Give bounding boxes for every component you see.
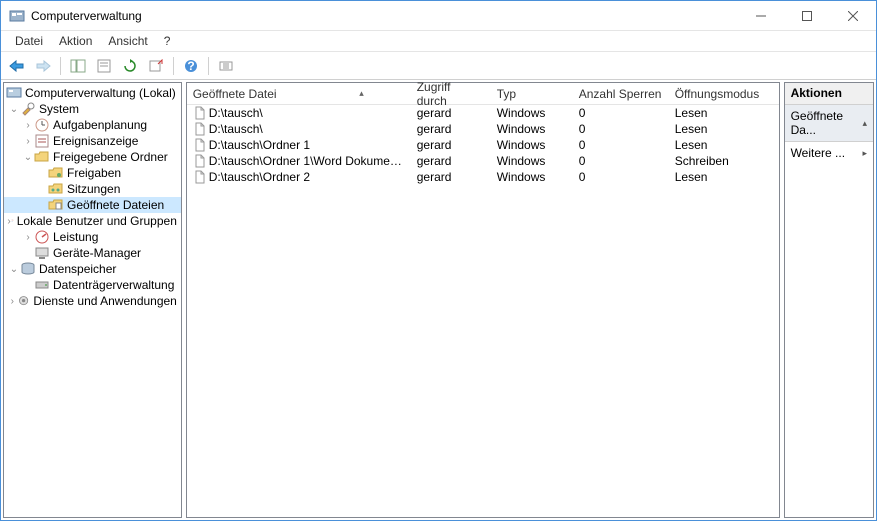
tree-sessions[interactable]: Sitzungen — [4, 181, 181, 197]
sessions-icon — [48, 181, 64, 197]
file-icon — [193, 122, 207, 136]
menu-help[interactable]: ? — [156, 32, 179, 50]
toolbar-separator — [60, 57, 61, 75]
open-files-icon — [48, 197, 64, 213]
show-tree-button[interactable] — [66, 55, 90, 77]
file-icon — [193, 106, 207, 120]
users-icon — [11, 213, 14, 229]
list-header: Geöffnete Datei ▴ Zugriff durch Typ Anza… — [187, 83, 779, 105]
collapse-icon[interactable]: ⌄ — [8, 104, 20, 115]
maximize-button[interactable] — [784, 1, 830, 31]
toolbar-separator — [173, 57, 174, 75]
disk-icon — [34, 277, 50, 293]
chevron-right-icon: ▸ — [862, 148, 867, 159]
tools-icon — [20, 101, 36, 117]
col-open-file[interactable]: Geöffnete Datei ▴ — [187, 83, 411, 104]
disconnect-all-button[interactable] — [214, 55, 238, 77]
list-body: D:\tausch\gerardWindows0LesenD:\tausch\g… — [187, 105, 779, 185]
performance-icon — [34, 229, 50, 245]
window-title: Computerverwaltung — [31, 9, 738, 23]
tree-disk-management[interactable]: Datenträgerverwaltung — [4, 277, 181, 293]
titlebar: Computerverwaltung — [1, 1, 876, 31]
list-row[interactable]: D:\tausch\Ordner 1\Word Dokument.docxger… — [187, 153, 779, 169]
col-open-mode[interactable]: Öffnungsmodus — [669, 83, 779, 104]
file-icon — [193, 154, 207, 168]
col-locks[interactable]: Anzahl Sperren — [573, 83, 669, 104]
tree-storage[interactable]: ⌄ Datenspeicher — [4, 261, 181, 277]
action-more[interactable]: Weitere ... ▸ — [785, 142, 873, 164]
minimize-button[interactable] — [738, 1, 784, 31]
tree-device-manager[interactable]: Geräte-Manager — [4, 245, 181, 261]
expand-icon[interactable]: › — [22, 232, 34, 243]
forward-button[interactable] — [31, 55, 55, 77]
collapse-arrow-icon: ▴ — [862, 118, 867, 129]
menubar: Datei Aktion Ansicht ? — [1, 31, 876, 52]
col-accessed-by[interactable]: Zugriff durch — [411, 83, 491, 104]
action-selected-node[interactable]: Geöffnete Da... ▴ — [785, 105, 873, 142]
toolbar: ? — [1, 52, 876, 80]
tree-event-viewer[interactable]: › Ereignisanzeige — [4, 133, 181, 149]
tree-shared-folders[interactable]: ⌄ Freigegebene Ordner — [4, 149, 181, 165]
back-button[interactable] — [5, 55, 29, 77]
collapse-icon[interactable]: ⌄ — [8, 264, 20, 275]
shares-icon — [48, 165, 64, 181]
window-controls — [738, 1, 876, 31]
tree-root[interactable]: Computerverwaltung (Lokal) — [4, 85, 181, 101]
tree-local-users[interactable]: › Lokale Benutzer und Gruppen — [4, 213, 181, 229]
event-icon — [34, 133, 50, 149]
tree-performance[interactable]: › Leistung — [4, 229, 181, 245]
app-icon — [9, 8, 25, 24]
tree-services-apps[interactable]: › Dienste und Anwendungen — [4, 293, 181, 309]
expand-icon[interactable]: › — [22, 136, 34, 147]
menu-view[interactable]: Ansicht — [100, 32, 155, 50]
storage-icon — [20, 261, 36, 277]
menu-file[interactable]: Datei — [7, 32, 51, 50]
tree-open-files[interactable]: Geöffnete Dateien — [4, 197, 181, 213]
expand-icon[interactable]: › — [7, 296, 17, 307]
tree-shares[interactable]: Freigaben — [4, 165, 181, 181]
list-row[interactable]: D:\tausch\Ordner 2gerardWindows0Lesen — [187, 169, 779, 185]
services-icon — [17, 293, 30, 309]
close-button[interactable] — [830, 1, 876, 31]
content-area: Computerverwaltung (Lokal) ⌄ System › Au… — [1, 80, 876, 520]
refresh-button[interactable] — [118, 55, 142, 77]
shared-folder-icon — [34, 149, 50, 165]
svg-text:?: ? — [187, 59, 194, 73]
actions-pane: Aktionen Geöffnete Da... ▴ Weitere ... ▸ — [784, 82, 874, 518]
properties-button[interactable] — [92, 55, 116, 77]
sort-asc-icon: ▴ — [359, 88, 364, 99]
tree-task-scheduler[interactable]: › Aufgabenplanung — [4, 117, 181, 133]
menu-action[interactable]: Aktion — [51, 32, 100, 50]
export-button[interactable] — [144, 55, 168, 77]
file-icon — [193, 138, 207, 152]
help-button[interactable]: ? — [179, 55, 203, 77]
device-icon — [34, 245, 50, 261]
collapse-icon[interactable]: ⌄ — [22, 152, 34, 163]
tree-system[interactable]: ⌄ System — [4, 101, 181, 117]
list-row[interactable]: D:\tausch\gerardWindows0Lesen — [187, 121, 779, 137]
expand-icon[interactable]: › — [22, 120, 34, 131]
list-view[interactable]: Geöffnete Datei ▴ Zugriff durch Typ Anza… — [186, 82, 780, 518]
actions-title: Aktionen — [785, 83, 873, 105]
computer-icon — [6, 85, 22, 101]
toolbar-separator — [208, 57, 209, 75]
col-type[interactable]: Typ — [491, 83, 573, 104]
navigation-tree[interactable]: Computerverwaltung (Lokal) ⌄ System › Au… — [3, 82, 182, 518]
list-row[interactable]: D:\tausch\Ordner 1gerardWindows0Lesen — [187, 137, 779, 153]
clock-icon — [34, 117, 50, 133]
file-icon — [193, 170, 207, 184]
list-row[interactable]: D:\tausch\gerardWindows0Lesen — [187, 105, 779, 121]
